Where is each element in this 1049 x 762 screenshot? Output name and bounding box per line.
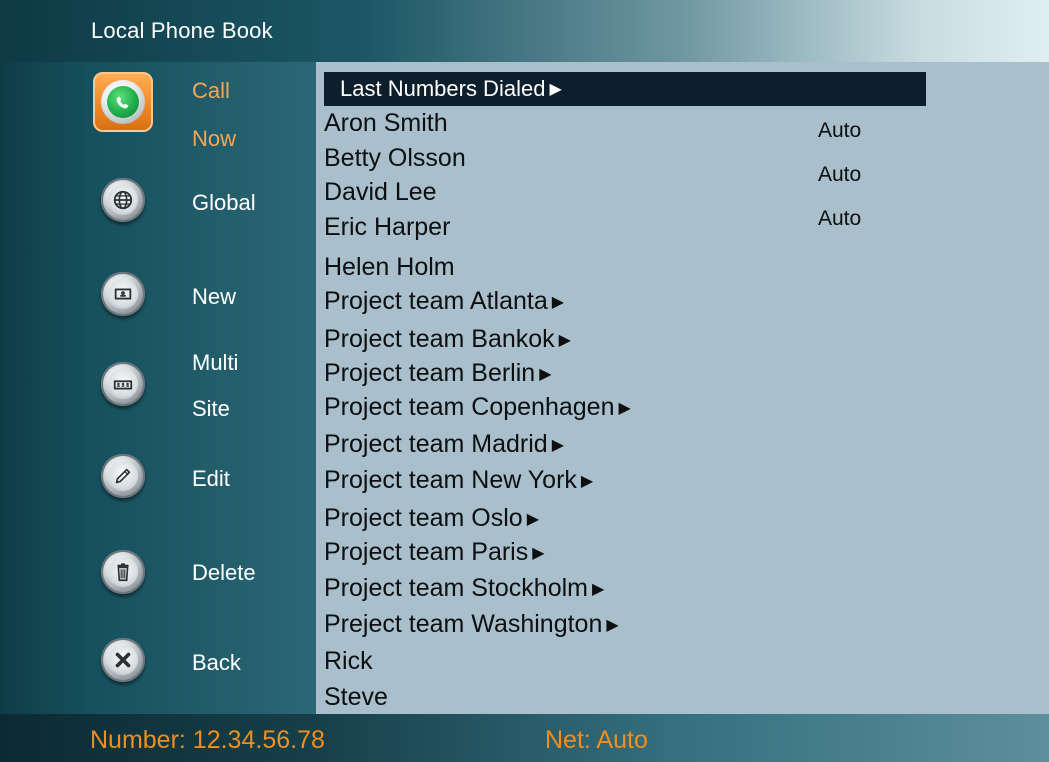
- submenu-arrow-icon: ▶: [539, 366, 552, 383]
- list-item[interactable]: Steve: [324, 682, 388, 713]
- submenu-arrow-icon: ▶: [606, 617, 619, 634]
- title-bar: Local Phone Book: [0, 0, 1049, 62]
- net-readout: Net: Auto: [545, 726, 648, 754]
- sidebar: Call Now Global New Multi Site Edit Dele…: [0, 62, 316, 714]
- global-label: Global: [192, 190, 256, 215]
- selected-item-label: Last Numbers Dialed: [340, 76, 546, 101]
- globe-icon: [93, 174, 153, 234]
- call-now-button[interactable]: Call Now: [0, 66, 316, 151]
- submenu-arrow-icon: ▶: [618, 400, 631, 417]
- submenu-arrow-icon: ▶: [580, 473, 594, 490]
- phone-icon: [93, 72, 153, 132]
- close-icon: [93, 634, 153, 694]
- list-item[interactable]: Aron Smith: [324, 108, 448, 139]
- net-auto-value: Auto: [818, 119, 862, 142]
- status-bar: Number: 12.34.56.78 Net: Auto: [0, 714, 1049, 762]
- call-label: Call: [192, 78, 230, 103]
- list-item[interactable]: Betty Olsson: [324, 143, 466, 174]
- list-item[interactable]: Rick: [324, 646, 373, 677]
- list-item[interactable]: Project team Bankok ▶: [324, 324, 571, 355]
- submenu-arrow-icon: ▶: [551, 294, 565, 311]
- list-item[interactable]: Project team Madrid ▶: [324, 429, 564, 460]
- multisite-icon: [93, 358, 153, 418]
- pencil-icon: [93, 450, 153, 510]
- back-label: Back: [192, 650, 241, 675]
- contact-card-icon: [93, 268, 153, 328]
- submenu-arrow-icon: ▶: [551, 437, 565, 454]
- multi-site-button[interactable]: Multi Site: [0, 350, 316, 452]
- list-item[interactable]: Eric Harper: [324, 212, 450, 243]
- delete-label: Delete: [192, 560, 256, 585]
- submenu-arrow-icon: ▶: [592, 581, 605, 598]
- global-button[interactable]: Global: [0, 174, 316, 254]
- new-label: New: [192, 284, 237, 309]
- submenu-arrow-icon: ▶: [558, 332, 571, 349]
- submenu-arrow-icon: ▶: [526, 511, 539, 528]
- net-auto-value: Auto: [818, 207, 862, 230]
- phonebook-list: Last Numbers Dialed ▶ Aron Smith Betty Ol…: [316, 62, 1049, 714]
- edit-button[interactable]: Edit: [0, 450, 316, 530]
- list-item[interactable]: Project team Oslo ▶: [324, 503, 539, 534]
- site-label: Site: [192, 396, 230, 421]
- delete-button[interactable]: Delete: [0, 540, 316, 620]
- window-title: Local Phone Book: [91, 18, 273, 43]
- list-item[interactable]: Project team Paris ▶: [324, 537, 545, 568]
- now-label: Now: [192, 126, 237, 151]
- submenu-arrow-icon: ▶: [549, 81, 562, 98]
- multi-label: Multi: [192, 350, 239, 375]
- new-button[interactable]: New: [0, 268, 316, 348]
- list-item[interactable]: Project team New York ▶: [324, 465, 593, 496]
- list-item[interactable]: Project team Berlin ▶: [324, 358, 552, 389]
- list-item[interactable]: David Lee: [324, 177, 437, 208]
- net-auto-value: Auto: [818, 163, 862, 186]
- submenu-arrow-icon: ▶: [532, 545, 545, 562]
- list-item[interactable]: Project team Atlanta ▶: [324, 286, 564, 317]
- list-item-selected[interactable]: Last Numbers Dialed ▶: [324, 72, 926, 106]
- list-item[interactable]: Project team Copenhagen ▶: [324, 392, 631, 423]
- list-item[interactable]: Helen Holm: [324, 252, 455, 283]
- back-button[interactable]: Back: [0, 634, 316, 714]
- number-readout: Number: 12.34.56.78: [90, 726, 325, 754]
- edit-label: Edit: [192, 466, 230, 491]
- list-item[interactable]: Project team Stockholm ▶: [324, 573, 604, 604]
- list-item[interactable]: Preject team Washington ▶: [324, 609, 619, 640]
- trash-icon: [93, 546, 153, 606]
